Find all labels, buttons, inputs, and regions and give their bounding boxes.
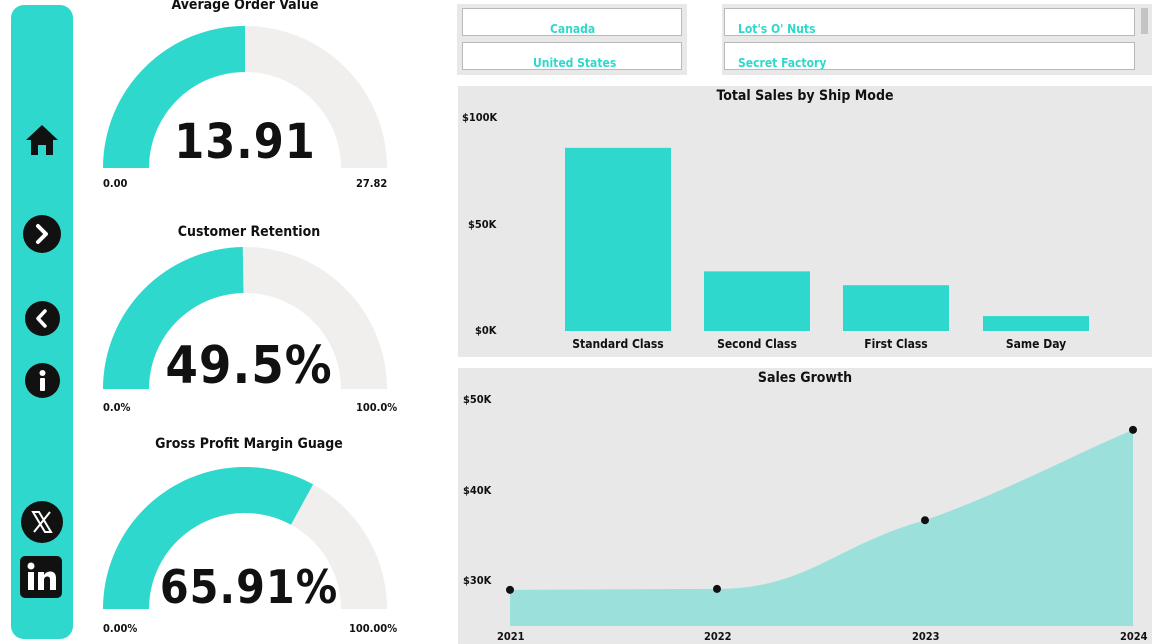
x-tick-label: 2021 — [497, 630, 525, 643]
next-page-button[interactable] — [22, 214, 62, 254]
chevron-right-icon — [23, 215, 61, 253]
data-point-2021[interactable] — [506, 585, 514, 594]
data-point-2024[interactable] — [1129, 425, 1137, 434]
linkedin-button[interactable] — [20, 556, 62, 598]
gauge-max-retention: 100.0% — [356, 401, 398, 414]
sales-area — [510, 429, 1133, 626]
sidebar — [11, 5, 73, 639]
category-label: Second Class — [717, 337, 797, 351]
x-profile-button[interactable] — [19, 499, 65, 545]
slicer-item-canada[interactable]: Canada — [462, 8, 682, 36]
gauge-max-aov: 27.82 — [356, 177, 388, 190]
gauge-min-gross-margin: 0.00% — [103, 622, 138, 635]
x-tick-label: 2022 — [704, 630, 732, 643]
gauge-value-aov: 13.91 — [174, 114, 316, 170]
x-tick-label: 2023 — [912, 630, 940, 643]
slicer-scrollbar[interactable] — [1141, 8, 1148, 34]
gauge-title-gross-margin: Gross Profit Margin Guage — [155, 436, 343, 452]
sales-growth-chart: Sales Growth $50K $40K $30K 2021 2022 20… — [458, 368, 1152, 644]
data-point-2023[interactable] — [921, 516, 929, 525]
gauge-value-gross-margin: 65.91% — [159, 560, 339, 614]
gauge-min-aov: 0.00 — [103, 177, 128, 190]
chevron-left-icon — [24, 300, 60, 336]
linkedin-icon — [20, 556, 62, 598]
info-button[interactable] — [24, 362, 60, 398]
gauge-title-aov: Average Order Value — [171, 0, 319, 13]
previous-page-button[interactable] — [24, 300, 60, 336]
category-label: Same Day — [1005, 337, 1067, 351]
bar-second-class[interactable] — [704, 271, 810, 331]
bar-standard-class[interactable] — [565, 147, 671, 331]
factory-slicer: Lot's O' Nuts Secret Factory — [722, 4, 1152, 75]
country-slicer: Canada United States — [457, 4, 687, 75]
gauge-min-retention: 0.0% — [103, 401, 131, 414]
home-button[interactable] — [24, 120, 60, 160]
home-icon — [26, 125, 58, 155]
data-point-2022[interactable] — [713, 584, 721, 593]
bar-plot-area — [565, 147, 1089, 331]
slicer-item-secret-factory[interactable]: Secret Factory — [724, 42, 1135, 70]
category-label: Standard Class — [572, 337, 664, 351]
gauge-title-retention: Customer Retention — [177, 224, 321, 240]
sales-by-ship-mode-chart: Total Sales by Ship Mode $100K $50K $0K … — [458, 86, 1152, 357]
bar-first-class[interactable] — [843, 285, 949, 331]
area-plot-area — [506, 425, 1137, 626]
bar-same-day[interactable] — [983, 316, 1089, 331]
x-logo-icon — [21, 501, 63, 543]
slicer-item-lots-o-nuts[interactable]: Lot's O' Nuts — [724, 8, 1135, 36]
category-label: First Class — [864, 337, 928, 351]
gauge-max-gross-margin: 100.00% — [349, 622, 398, 635]
info-icon — [24, 362, 60, 398]
slicer-item-united-states[interactable]: United States — [462, 42, 682, 70]
gauge-value-retention: 49.5% — [165, 336, 333, 396]
x-tick-label: 2024 — [1120, 630, 1148, 643]
